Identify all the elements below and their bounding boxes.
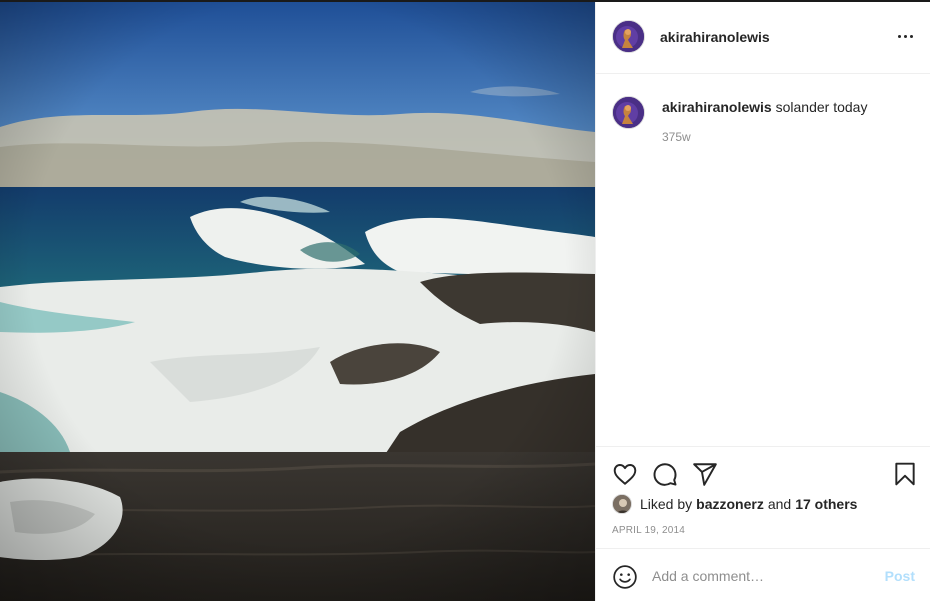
caption-timestamp[interactable]: 375w xyxy=(662,130,691,144)
paper-plane-icon[interactable] xyxy=(692,461,718,487)
post-header: akirahiranolewis xyxy=(596,2,930,74)
post-actions: Liked by bazzonerz and 17 others APRIL 1… xyxy=(596,446,930,548)
author-username[interactable]: akirahiranolewis xyxy=(660,29,770,45)
post-comment-button[interactable]: Post xyxy=(885,568,915,584)
bookmark-icon[interactable] xyxy=(892,461,918,487)
author-avatar[interactable] xyxy=(612,20,645,53)
comment-icon[interactable] xyxy=(652,461,678,487)
post-date[interactable]: APRIL 19, 2014 xyxy=(612,525,685,536)
liker-avatar[interactable] xyxy=(612,494,632,514)
post-details-panel: akirahiranolewis akirahiranolewis soland… xyxy=(595,2,930,601)
liked-by-and: and xyxy=(767,496,792,512)
liked-by-prefix: Liked by xyxy=(640,496,693,512)
avatar-image xyxy=(613,21,644,52)
heart-icon[interactable] xyxy=(612,461,638,487)
comment-box: Post xyxy=(596,548,930,601)
liked-by-user-link[interactable]: bazzonerz xyxy=(696,496,764,512)
liker-avatar-image xyxy=(613,495,631,513)
caption-text: akirahiranolewis solander today xyxy=(662,99,867,115)
caption-body: solander today xyxy=(775,99,868,115)
post-photo[interactable] xyxy=(0,2,595,601)
liked-by-others-link[interactable]: 17 others xyxy=(795,496,857,512)
caption-avatar[interactable] xyxy=(612,96,645,129)
comment-input[interactable] xyxy=(652,566,872,586)
avatar-image xyxy=(613,97,644,128)
likes-summary: Liked by bazzonerz and 17 others xyxy=(612,494,861,514)
ocean-wave-photo xyxy=(0,2,595,601)
more-options-icon[interactable] xyxy=(897,28,917,44)
smiley-icon[interactable] xyxy=(612,564,638,590)
caption-username[interactable]: akirahiranolewis xyxy=(662,99,772,115)
